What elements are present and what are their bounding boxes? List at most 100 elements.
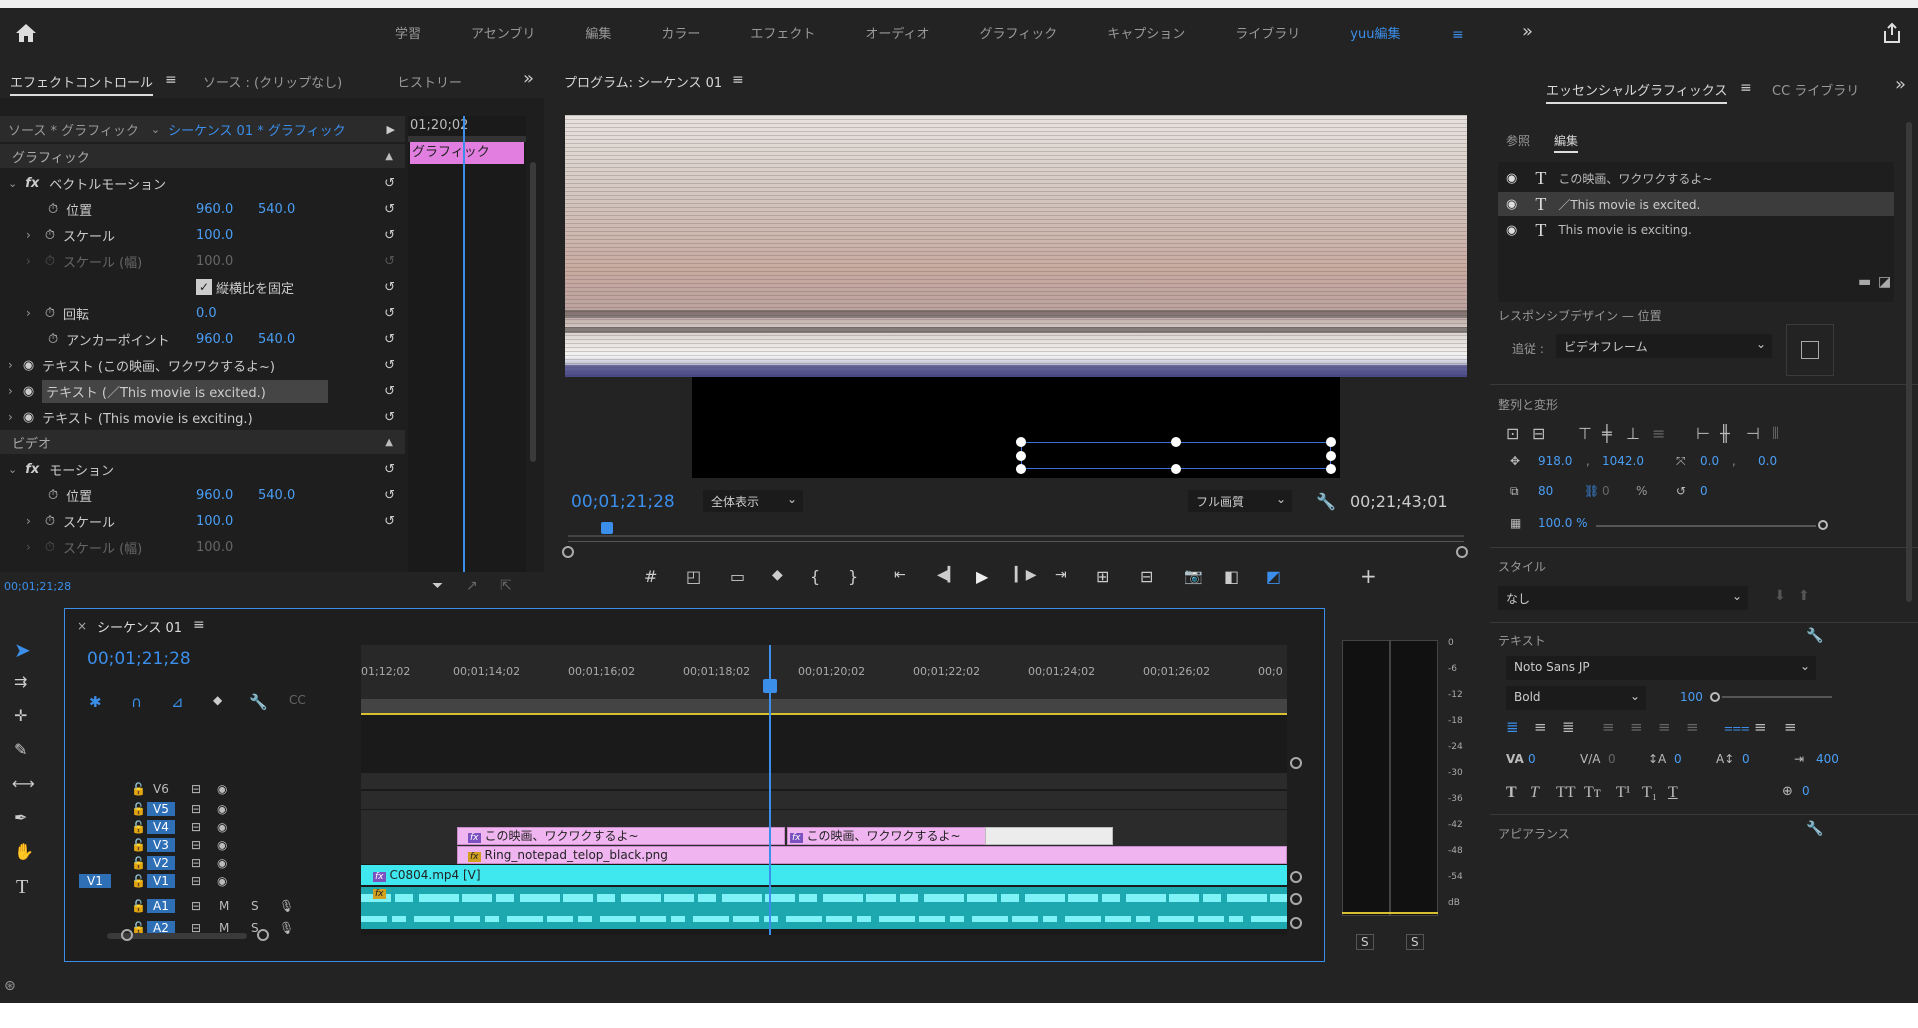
follow-select[interactable]: ビデオフレーム ⌄ [1556, 334, 1772, 358]
reset-icon[interactable]: ↺ [384, 306, 395, 321]
small-caps-icon[interactable]: Tт [1584, 784, 1601, 802]
type-tool-icon[interactable]: T [16, 876, 28, 899]
workspace-tab-audio[interactable]: オーディオ [865, 23, 929, 42]
justify-left-icon[interactable]: ≡ [1602, 718, 1615, 736]
fx-icon[interactable]: fx [25, 176, 39, 191]
collapse-up-icon[interactable]: ▲ [385, 437, 393, 448]
bbox-handle-bl[interactable] [1016, 464, 1026, 474]
eye-icon[interactable]: ◉ [1506, 197, 1517, 212]
fullscreen-icon[interactable]: ▭ [730, 567, 745, 586]
layer-item-3[interactable]: ◉ T This movie is exciting. [1498, 218, 1894, 242]
chevron-right-icon[interactable]: › [26, 306, 31, 320]
align-horizontal-center-icon[interactable]: ⊟ [1532, 424, 1545, 443]
go-to-out-icon[interactable]: ⇥ [1055, 567, 1067, 583]
eye-icon[interactable]: ◉ [217, 782, 227, 796]
pull-style-icon[interactable]: ⬆ [1798, 588, 1810, 604]
razor-tool-icon[interactable]: ✎ [14, 740, 27, 759]
add-button-icon[interactable]: + [1360, 564, 1377, 588]
track-end-handle[interactable] [1290, 871, 1302, 883]
font-size-value[interactable]: 100 [1680, 690, 1703, 704]
font-size-slider-thumb[interactable] [1710, 692, 1720, 702]
pen-tool-icon[interactable]: ✒ [14, 808, 27, 827]
reset-icon[interactable]: ↺ [384, 202, 395, 217]
render-status-icon[interactable]: ⊛ [4, 978, 16, 994]
chevron-down-icon[interactable]: ⌄ [8, 177, 17, 190]
lock-ratio-checkbox[interactable]: ✓ [196, 279, 212, 295]
justify-right-icon[interactable]: ≡ [1658, 718, 1671, 736]
more-workspaces-icon[interactable]: » [1522, 21, 1533, 42]
scrubber-playhead[interactable] [601, 522, 613, 534]
font-select[interactable]: Noto Sans JP ⌄ [1506, 656, 1816, 680]
program-timecode[interactable]: 00;01;21;28 [571, 492, 675, 512]
lock-icon[interactable]: 🔓 [131, 856, 146, 870]
solo-right-button[interactable]: S [1406, 934, 1424, 950]
hscroll-start-handle[interactable] [121, 929, 133, 941]
section-video-header[interactable]: ビデオ ▲ [0, 430, 405, 454]
home-icon[interactable] [14, 22, 38, 44]
subtab-browse[interactable]: 参照 [1506, 132, 1530, 149]
stopwatch-icon[interactable]: ⏱ [48, 488, 58, 503]
motion-position-y[interactable]: 540.0 [258, 488, 295, 503]
align-top-text-icon[interactable]: ⩶ [1724, 718, 1750, 736]
program-scrubber[interactable] [568, 522, 1464, 542]
stopwatch-icon[interactable]: ⏱ [45, 228, 55, 243]
settings-wrench-icon[interactable]: 🔧 [249, 693, 268, 711]
eye-icon[interactable]: ◉ [217, 874, 227, 888]
add-marker-icon[interactable]: ◆ [772, 567, 783, 583]
hscroll-end-handle[interactable] [257, 929, 269, 941]
stopwatch-icon[interactable]: ⏱ [45, 514, 55, 529]
reset-icon[interactable]: ↺ [384, 176, 395, 191]
lock-icon[interactable]: 🔓 [131, 820, 146, 834]
sync-lock-icon[interactable]: ⊟ [191, 782, 201, 796]
tab-essential-graphics[interactable]: エッセンシャルグラフィックス [1546, 80, 1728, 104]
snap-icon[interactable]: ✱ [89, 693, 102, 711]
ripple-edit-tool-icon[interactable]: ✛ [14, 706, 27, 725]
bbox-handle-ml[interactable] [1016, 451, 1026, 461]
solo-button[interactable]: S [251, 899, 259, 913]
push-style-icon[interactable]: ⬇ [1774, 588, 1786, 604]
font-size-slider[interactable] [1722, 696, 1832, 698]
sync-lock-icon[interactable]: ⊟ [191, 838, 201, 852]
track-row-v6[interactable] [361, 773, 1287, 789]
link-icon[interactable]: ⛓ [1584, 484, 1599, 498]
track-row-v4[interactable] [361, 810, 1287, 828]
track-label-v6[interactable]: V6 [153, 782, 169, 796]
text-layer-1-row[interactable]: › ◉ テキスト (この映画、ワクワクするよ~) ↺ [0, 352, 405, 378]
align-right-icon[interactable]: ⊣ [1746, 424, 1760, 443]
reset-icon[interactable]: ↺ [384, 228, 395, 243]
mini-clip[interactable]: グラフィック [410, 142, 524, 164]
camera-icon[interactable]: 📷 [1184, 567, 1203, 585]
export-frame-icon[interactable]: ⇱ [500, 578, 512, 594]
workspace-tab-libraries[interactable]: ライブラリ [1235, 23, 1300, 42]
filter-icon[interactable]: ⏷ [432, 578, 443, 594]
text-layer-3-row[interactable]: › ◉ テキスト (This movie is exciting.) ↺ [0, 404, 405, 430]
panel-overflow-icon[interactable]: » [523, 68, 534, 89]
eye-icon[interactable]: ◉ [23, 358, 34, 373]
underline-icon[interactable]: T [1668, 784, 1678, 802]
align-middle-icon[interactable]: ╪ [1602, 424, 1612, 443]
go-to-in-icon[interactable]: ⇤ [894, 567, 906, 583]
eye-icon[interactable]: ◉ [217, 856, 227, 870]
layer-item-1[interactable]: ◉ T この映画、ワクワクするよ~ [1498, 166, 1894, 190]
insert-overwrite-icon[interactable]: ⊿ [171, 693, 184, 711]
hand-tool-icon[interactable]: ✋ [14, 842, 34, 861]
selection-tool-icon[interactable]: ➤ [14, 638, 31, 662]
clip-audio-a1[interactable]: fx [361, 887, 1287, 909]
chevron-down-icon[interactable]: ⌄ [151, 123, 160, 136]
weight-select[interactable]: Bold ⌄ [1506, 686, 1646, 710]
solo-left-button[interactable]: S [1356, 934, 1374, 950]
justify-all-icon[interactable]: ≡ [1686, 718, 1699, 736]
section-graphic-header[interactable]: グラフィック ▲ [0, 144, 405, 168]
tsume-value[interactable]: 0 [1802, 784, 1810, 798]
effect-scrollbar[interactable] [530, 162, 536, 462]
layer-item-2[interactable]: ◉ T ／This movie is excited. [1498, 192, 1894, 216]
mute-button[interactable]: M [219, 899, 229, 913]
tracking-value[interactable]: 0 [1608, 752, 1616, 766]
motion-row[interactable]: ⌄ fx モーション ↺ [0, 456, 405, 482]
leading-value[interactable]: 0 [1674, 752, 1682, 766]
reset-icon[interactable]: ↺ [384, 410, 395, 425]
all-caps-icon[interactable]: TT [1556, 784, 1576, 802]
reset-icon[interactable]: ↺ [384, 280, 395, 295]
mark-in-icon[interactable]: { [810, 567, 820, 586]
eg-scale[interactable]: 80 [1538, 484, 1553, 498]
